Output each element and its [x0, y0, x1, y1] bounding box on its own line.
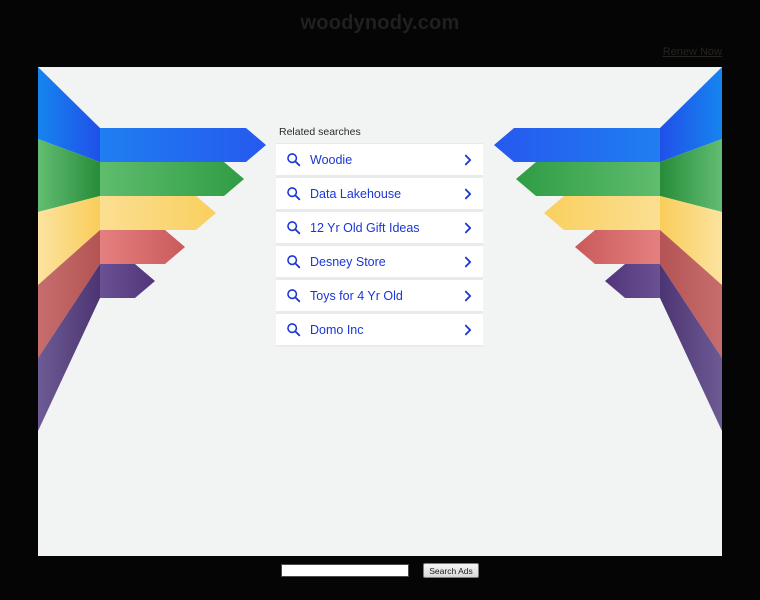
chevron-right-icon — [464, 222, 472, 233]
related-searches-panel: Related searches Woodie Data Lakehouse 1… — [276, 126, 483, 347]
search-ads-button[interactable]: Search Ads — [423, 563, 479, 578]
related-search-item[interactable]: Domo Inc — [276, 314, 483, 345]
related-searches-list: Woodie Data Lakehouse 12 Yr Old Gift Ide… — [276, 143, 483, 347]
renew-now-link[interactable]: Renew Now — [663, 46, 722, 58]
page-title: woodynody.com — [300, 12, 460, 34]
related-search-label: Desney Store — [310, 254, 386, 269]
ribbon-left-svg — [38, 67, 266, 431]
chevron-right-icon — [464, 324, 472, 335]
rainbow-arrow-ribbons-right — [472, 67, 722, 556]
related-search-item[interactable]: Woodie — [276, 144, 483, 175]
search-icon — [287, 153, 301, 167]
related-searches-heading: Related searches — [279, 126, 361, 138]
search-icon — [287, 255, 301, 269]
related-search-label: Domo Inc — [310, 322, 364, 337]
search-icon — [287, 221, 301, 235]
search-icon — [287, 289, 301, 303]
ribbon-arrow-bands — [100, 128, 266, 298]
chevron-right-icon — [464, 188, 472, 199]
related-search-label: Woodie — [310, 152, 353, 167]
related-search-item[interactable]: Toys for 4 Yr Old — [276, 280, 483, 311]
ribbon-arrow-bands — [494, 128, 660, 298]
ribbon-wing-panels — [660, 67, 722, 431]
search-icon — [287, 187, 301, 201]
search-icon — [287, 323, 301, 337]
search-ads-bar: Search Ads — [0, 563, 760, 578]
related-search-label: Toys for 4 Yr Old — [310, 288, 403, 303]
search-ads-input[interactable] — [281, 564, 410, 577]
ribbon-right-svg — [494, 67, 722, 431]
chevron-right-icon — [464, 290, 472, 301]
ribbon-wing-panels — [38, 67, 100, 431]
related-search-item[interactable]: Data Lakehouse — [276, 178, 483, 209]
related-search-item[interactable]: Desney Store — [276, 246, 483, 277]
related-search-label: Data Lakehouse — [310, 186, 402, 201]
content-stage: Related searches Woodie Data Lakehouse 1… — [38, 67, 722, 556]
chevron-right-icon — [464, 256, 472, 267]
rainbow-arrow-ribbons-left — [38, 67, 288, 556]
page-root: woodynody.com Renew Now Related searches… — [0, 0, 760, 600]
related-search-label: 12 Yr Old Gift Ideas — [310, 220, 420, 235]
related-search-item[interactable]: 12 Yr Old Gift Ideas — [276, 212, 483, 243]
chevron-right-icon — [464, 154, 472, 165]
